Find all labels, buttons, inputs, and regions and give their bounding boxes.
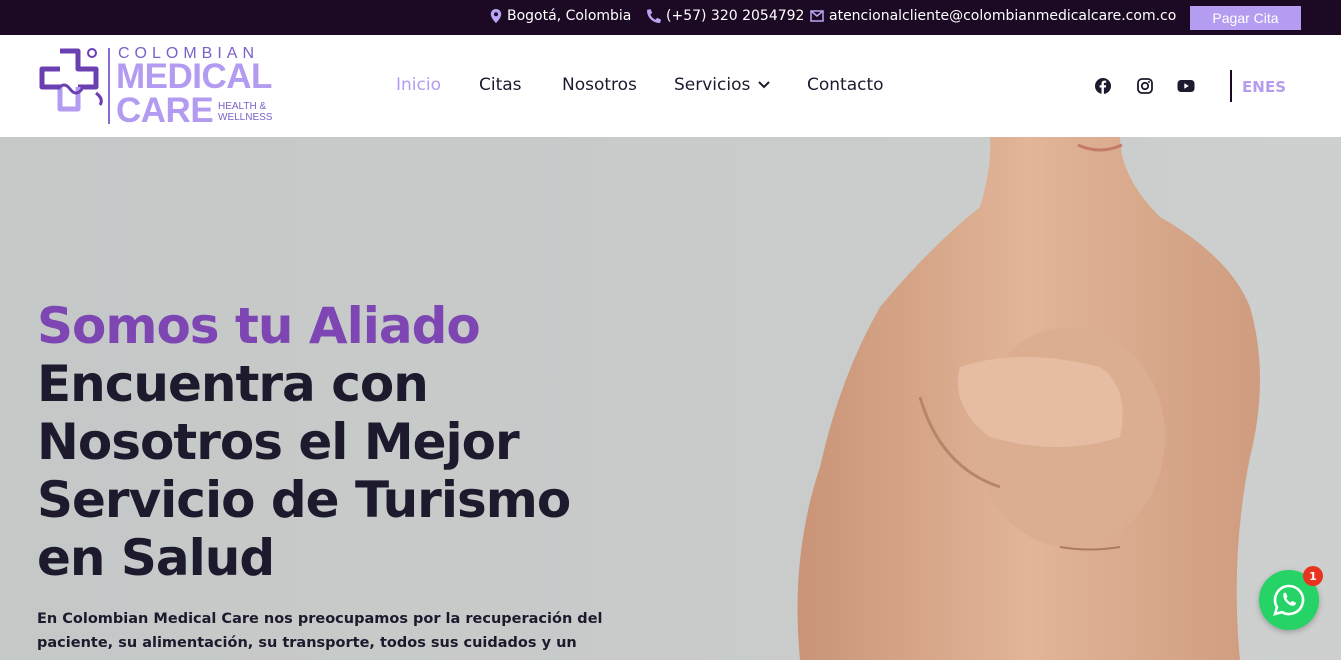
nav-item-citas[interactable]: Citas [479,75,522,95]
site-logo[interactable]: COLOMBIAN MEDICAL CARE HEALTH & WELLNESS [36,45,286,130]
email-text: atencionalcliente@colombianmedicalcare.c… [829,8,1177,24]
logo-tagline-line2: WELLNESS [218,112,273,123]
hero-headline-line: Nosotros el Mejor [37,413,520,471]
phone-info[interactable]: (+57) 320 2054792 [647,8,804,24]
map-pin-icon [490,9,502,23]
hero-image [797,137,1260,660]
phone-text: (+57) 320 2054792 [666,8,805,24]
phone-icon [647,9,661,23]
nav-item-inicio[interactable]: Inicio [396,75,441,95]
facebook-icon[interactable] [1094,77,1112,95]
logo-tagline: HEALTH & WELLNESS [218,101,272,123]
logo-tagline-line1: HEALTH & [218,101,267,112]
language-divider [1230,70,1232,102]
notification-badge: 1 [1303,566,1323,586]
logo-text-medical: MEDICAL [116,57,272,96]
location-text: Bogotá, Colombia [507,8,632,24]
nav-item-servicios-label: Servicios [674,75,751,95]
whatsapp-icon [1273,584,1305,616]
location-info: Bogotá, Colombia [490,8,631,24]
hero-headline-line: Servicio de Turismo [37,471,571,529]
hero-headline-line: Encuentra con [37,355,429,413]
hero-description: En Colombian Medical Care nos preocupamo… [37,611,603,660]
nav-item-servicios[interactable]: Servicios [674,75,771,95]
logo-divider [108,48,110,124]
main-header: COLOMBIAN MEDICAL CARE HEALTH & WELLNESS… [0,35,1341,137]
nav-item-contacto[interactable]: Contacto [807,75,884,95]
hero-accent-headline: Somos tu Aliado [37,297,481,355]
envelope-icon [810,10,824,22]
chevron-down-icon [758,81,771,89]
language-es[interactable]: ES [1265,78,1286,96]
top-info-bar: Bogotá, Colombia (+57) 320 2054792 atenc… [0,0,1341,35]
hero-headline-line: en Salud [37,529,275,587]
language-en[interactable]: EN [1242,78,1265,96]
logo-text-care: CARE [116,91,214,130]
nav-item-nosotros[interactable]: Nosotros [562,75,637,95]
pay-appointment-button[interactable]: Pagar Cita [1190,6,1301,30]
hero-section: Somos tu Aliado Encuentra con Nosotros e… [0,137,1341,660]
instagram-icon[interactable] [1136,77,1154,95]
youtube-icon[interactable] [1177,77,1195,95]
stethoscope-logo-icon [39,48,103,112]
email-info[interactable]: atencionalcliente@colombianmedicalcare.c… [810,8,1176,24]
